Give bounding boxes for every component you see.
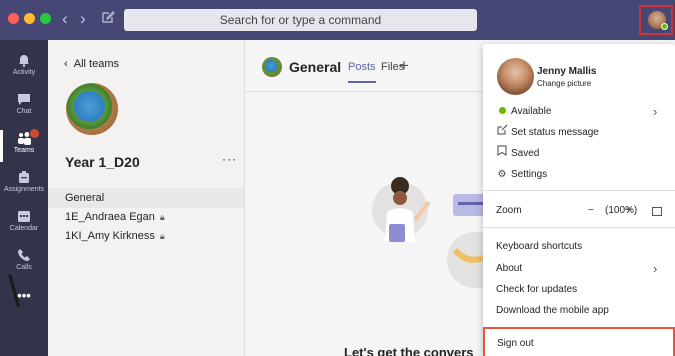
- rail-label: Chat: [16, 108, 32, 115]
- sign-out-button[interactable]: Sign out: [483, 327, 675, 356]
- lock-icon: 🔒︎: [159, 212, 165, 222]
- profile-menu: Jenny Mallis Change picture Available › …: [483, 44, 675, 356]
- status-label: Available: [511, 106, 552, 117]
- menu-item-settings[interactable]: ⚙ Settings: [483, 165, 675, 185]
- menu-divider: [483, 227, 675, 228]
- rail-label: Calendar: [9, 225, 39, 232]
- zoom-label: Zoom: [496, 205, 522, 216]
- profile-button[interactable]: [639, 5, 673, 35]
- menu-item-status[interactable]: Available ›: [483, 102, 675, 122]
- keyboard-shortcuts-label: Keyboard shortcuts: [496, 241, 583, 252]
- channel-item[interactable]: 1E_Andraea Egan 🔒︎: [48, 207, 244, 227]
- channel-label: 1E_Andraea Egan: [65, 211, 155, 223]
- rail-label: Activity: [12, 69, 36, 76]
- status-dot: [661, 23, 668, 30]
- chevron-right-icon: ›: [653, 261, 658, 276]
- status-available-icon: [496, 102, 508, 122]
- channel-label: General: [65, 192, 105, 204]
- compose-icon[interactable]: [101, 10, 117, 28]
- change-picture-link[interactable]: Change picture: [537, 79, 591, 88]
- phone-icon: [17, 248, 31, 262]
- add-tab-button[interactable]: +: [399, 56, 409, 76]
- saved-label: Saved: [511, 148, 540, 159]
- rail-item-chat[interactable]: Chat: [0, 87, 48, 127]
- gear-icon: ⚙: [497, 169, 507, 180]
- menu-item-download-app[interactable]: Download the mobile app: [483, 301, 675, 321]
- about-label: About: [496, 263, 523, 274]
- channel-item[interactable]: General: [48, 188, 244, 208]
- search-input[interactable]: Search for or type a command: [124, 9, 477, 31]
- check-updates-label: Check for updates: [496, 284, 578, 295]
- edit-icon: [496, 123, 508, 143]
- channel-label: 1KI_Amy Kirkness: [65, 230, 155, 242]
- fullscreen-icon[interactable]: [652, 207, 662, 216]
- lock-icon: 🔒︎: [159, 231, 165, 241]
- menu-item-keyboard-shortcuts[interactable]: Keyboard shortcuts: [483, 237, 675, 257]
- sign-out-label: Sign out: [497, 338, 534, 349]
- calendar-icon: [17, 209, 31, 223]
- team-logo: [66, 83, 118, 135]
- assignments-icon: [17, 170, 31, 184]
- chevron-right-icon: ›: [653, 104, 658, 119]
- team-more-button[interactable]: ···: [222, 152, 237, 166]
- channel-logo: [262, 57, 282, 77]
- rail-item-assignments[interactable]: Assignments: [0, 165, 48, 205]
- rail-item-calendar[interactable]: Calendar: [0, 204, 48, 244]
- rail-item-activity[interactable]: Activity: [0, 48, 48, 88]
- title-bar: ‹ › Search for or type a command: [0, 0, 675, 40]
- set-status-label: Set status message: [511, 127, 599, 138]
- rail-item-teams[interactable]: Teams: [0, 126, 48, 166]
- rail-label: Teams: [13, 147, 35, 154]
- zoom-out-button[interactable]: −: [588, 201, 594, 221]
- forward-arrow-icon[interactable]: ›: [80, 9, 86, 29]
- bell-icon: [17, 53, 31, 67]
- menu-divider: [483, 190, 675, 191]
- settings-label: Settings: [511, 169, 548, 180]
- menu-item-saved[interactable]: Saved: [483, 144, 675, 164]
- profile-avatar[interactable]: [497, 58, 534, 95]
- channel-item[interactable]: 1KI_Amy Kirkness 🔒︎: [48, 226, 244, 246]
- menu-item-about[interactable]: About ›: [483, 259, 675, 279]
- zoom-in-button[interactable]: +: [626, 201, 632, 221]
- back-arrow-icon[interactable]: ‹: [62, 9, 68, 29]
- all-teams-link[interactable]: ‹ All teams: [64, 58, 119, 70]
- maximize-window-button[interactable]: [40, 13, 51, 24]
- chevron-left-icon: ‹: [64, 58, 74, 70]
- close-window-button[interactable]: [8, 13, 19, 24]
- minimize-window-button[interactable]: [24, 13, 35, 24]
- menu-item-set-status[interactable]: Set status message: [483, 123, 675, 143]
- team-panel: ‹ All teams Year 1_D20 ··· General 1E_An…: [48, 40, 245, 356]
- download-app-label: Download the mobile app: [496, 305, 609, 316]
- zoom-value: (100%): [605, 205, 638, 216]
- rail-label: Assignments: [3, 186, 45, 193]
- bookmark-icon: [496, 144, 508, 164]
- overlay-mark-left: \: [8, 267, 21, 316]
- tab-posts[interactable]: Posts: [348, 61, 376, 83]
- chat-icon: [17, 92, 31, 106]
- all-teams-label: All teams: [73, 58, 120, 70]
- notification-badge: [29, 128, 40, 139]
- team-name: Year 1_D20: [65, 154, 140, 170]
- menu-item-check-updates[interactable]: Check for updates: [483, 280, 675, 300]
- profile-name: Jenny Mallis: [537, 66, 597, 77]
- empty-state-title: Let's get the convers: [344, 345, 474, 356]
- empty-state-illustration: [372, 177, 485, 288]
- channel-title: General: [289, 59, 342, 75]
- menu-zoom-row: Zoom − (100%) +: [483, 201, 675, 221]
